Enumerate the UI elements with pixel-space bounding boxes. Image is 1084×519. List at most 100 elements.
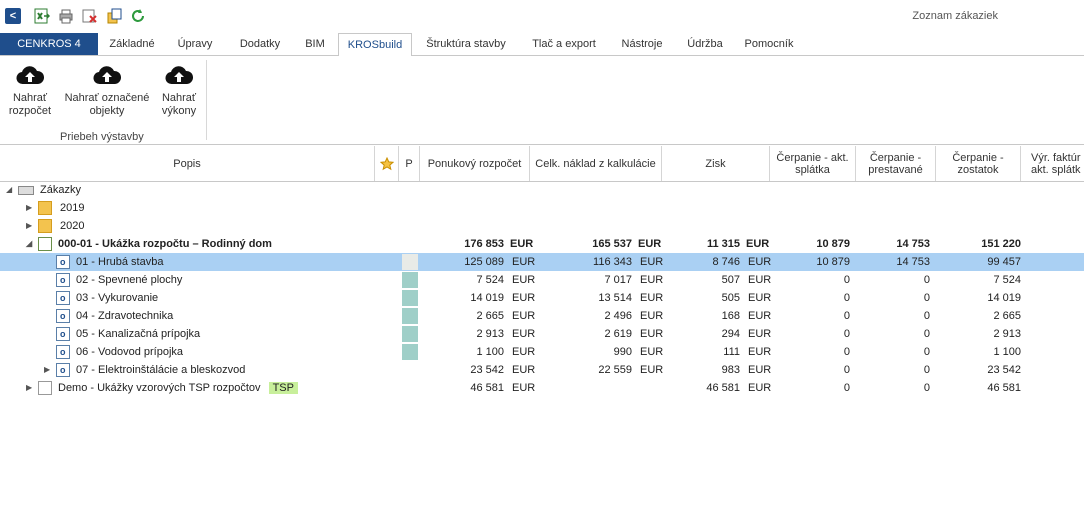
tab-zakladne[interactable]: Základné (102, 33, 162, 55)
cell-cerpanie-akt: 0 (843, 274, 850, 286)
tab-udrzba[interactable]: Údržba (680, 33, 730, 55)
tree-row-2020[interactable]: ▶ 2020 (0, 217, 1084, 235)
tree-row-item[interactable]: o 01 - Hrubá stavba 125 089 EUR 116 343 … (0, 253, 1084, 271)
tab-struktura-stavby[interactable]: Štruktúra stavby (416, 33, 516, 55)
cell-naklad: 22 559 (598, 364, 632, 376)
cell-cerpanie-zostatok: 151 220 (981, 238, 1021, 250)
col-ponukovy-rozpocet[interactable]: Ponukový rozpočet (420, 146, 530, 181)
budget-doc-icon: o (56, 273, 70, 287)
col-cerpanie-zostatok[interactable]: Čerpanie - zostatok (936, 146, 1021, 181)
cell-zisk: 111 (723, 346, 740, 358)
budget-doc-icon: o (56, 363, 70, 377)
tree-row-item[interactable]: o 05 - Kanalizačná prípojka 2 913 EUR 2 … (0, 325, 1084, 343)
print-icon[interactable] (58, 8, 74, 24)
cell-zisk: 168 (721, 310, 740, 322)
cell-cerpanie-prestavane: 14 753 (896, 238, 930, 250)
cell-cerpanie-akt: 10 879 (816, 256, 850, 268)
cell-currency: EUR (640, 292, 664, 304)
expand-arrow-icon[interactable]: ▶ (26, 379, 32, 397)
drive-icon (18, 186, 34, 195)
collapse-arrow-icon[interactable]: ◢ (26, 235, 32, 253)
item-name: 03 - Vykurovanie (76, 292, 159, 304)
expand-arrow-icon[interactable]: ▶ (26, 199, 32, 217)
col-zisk[interactable]: Zisk (662, 146, 770, 181)
cell-ponukovy: 1 100 (476, 346, 504, 358)
cell-currency: EUR (512, 382, 536, 394)
budget-doc-icon: o (56, 255, 70, 269)
cell-ponukovy: 125 089 (464, 256, 504, 268)
col-vyr-faktur[interactable]: Výr. faktúr akt. splátk (1021, 146, 1084, 181)
cell-currency: EUR (748, 292, 772, 304)
tree-row-item[interactable]: o 03 - Vykurovanie 14 019 EUR 13 514 EUR… (0, 289, 1084, 307)
tab-dodatky[interactable]: Dodatky (228, 33, 292, 55)
upload-performance-button[interactable]: Nahrať výkony (156, 64, 202, 118)
expand-arrow-icon[interactable]: ▶ (26, 217, 32, 235)
cell-zisk: 983 (721, 364, 740, 376)
cell-naklad: 165 537 (592, 238, 632, 250)
tab-krosbuild[interactable]: KROSbuild (338, 33, 412, 57)
col-cerpanie-akt[interactable]: Čerpanie - akt. splátka (770, 146, 856, 181)
cell-naklad: 990 (613, 346, 632, 358)
tree-row-root[interactable]: ◢ Zákazky (0, 181, 1084, 199)
window-title: Zoznam zákaziek (912, 10, 998, 22)
cell-zisk: 11 315 (706, 238, 740, 250)
cell-zisk: 294 (721, 328, 740, 340)
cell-cerpanie-zostatok: 1 100 (993, 346, 1021, 358)
cell-cerpanie-zostatok: 23 542 (987, 364, 1021, 376)
upload-budget-button[interactable]: Nahrať rozpočet (4, 64, 56, 118)
export-excel-icon[interactable] (34, 8, 50, 24)
cell-currency: EUR (748, 310, 772, 322)
cell-ponukovy: 23 542 (470, 364, 504, 376)
upload-selected-objects-button[interactable]: Nahrať označené objekty (62, 64, 152, 118)
tab-tlac-export[interactable]: Tlač a export (522, 33, 606, 55)
tab-upravy[interactable]: Úpravy (166, 33, 224, 55)
ribbon-panel: Nahrať rozpočet Nahrať označené objekty … (0, 56, 1084, 145)
collapse-arrow-icon[interactable]: ◢ (6, 181, 12, 199)
tree-row-2019[interactable]: ▶ 2019 (0, 199, 1084, 217)
tab-bim[interactable]: BIM (296, 33, 334, 55)
cloud-upload-icon (165, 66, 193, 85)
tab-nastroje[interactable]: Nástroje (612, 33, 672, 55)
tab-cenkros[interactable]: CENKROS 4 (0, 33, 98, 55)
budget-doc-icon: o (56, 327, 70, 341)
cell-currency: EUR (638, 238, 662, 250)
demo-name: Demo - Ukážky vzorových TSP rozpočtov (58, 382, 261, 394)
cell-zisk: 8 746 (712, 256, 740, 268)
refresh-icon[interactable] (130, 8, 146, 24)
cell-zisk: 46 581 (706, 382, 740, 394)
delete-icon[interactable] (82, 8, 98, 24)
project-icon (38, 381, 52, 395)
tree-row-item[interactable]: o 06 - Vodovod prípojka 1 100 EUR 990 EU… (0, 343, 1084, 361)
cell-currency: EUR (748, 364, 772, 376)
cell-cerpanie-zostatok: 7 524 (993, 274, 1021, 286)
col-celk-naklad[interactable]: Celk. náklad z kalkulácie (530, 146, 662, 181)
cell-currency: EUR (640, 274, 664, 286)
cell-currency: EUR (748, 274, 772, 286)
col-cerpanie-prestavane[interactable]: Čerpanie - prestavané (856, 146, 936, 181)
tree-row-item[interactable]: o 02 - Spevnené plochy 7 524 EUR 7 017 E… (0, 271, 1084, 289)
cell-cerpanie-prestavane: 0 (923, 310, 930, 322)
cloud-upload-icon (93, 66, 121, 85)
tree-label: 2019 (60, 202, 85, 214)
col-p[interactable]: P (399, 146, 420, 181)
tab-pomocnik[interactable]: Pomocník (738, 33, 800, 55)
tree-row-item[interactable]: ▶ o 07 - Elektroinštálácie a bleskozvod … (0, 361, 1084, 379)
project-icon (38, 237, 52, 251)
tree-row-demo[interactable]: ▶ Demo - Ukážky vzorových TSP rozpočtov T… (0, 379, 1084, 397)
item-name: 05 - Kanalizačná prípojka (76, 328, 201, 340)
tree-row-item[interactable]: o 04 - Zdravotechnika 2 665 EUR 2 496 EU… (0, 307, 1084, 325)
cell-naklad: 2 496 (604, 310, 632, 322)
cell-currency: EUR (640, 328, 664, 340)
expand-arrow-icon[interactable]: ▶ (44, 361, 50, 379)
tsp-badge: TSP (268, 382, 298, 394)
col-favorite[interactable] (375, 146, 399, 181)
cell-naklad: 116 343 (593, 256, 632, 268)
item-name: 01 - Hrubá stavba (76, 256, 164, 268)
tree-label: Zákazky (40, 184, 81, 196)
cell-ponukovy: 7 524 (476, 274, 504, 286)
cell-cerpanie-akt: 0 (843, 292, 850, 304)
back-icon[interactable]: < (5, 8, 21, 24)
col-popis[interactable]: Popis (0, 146, 375, 181)
tree-row-project[interactable]: ◢ 000-01 - Ukážka rozpočtu – Rodinný dom… (0, 235, 1084, 253)
copy-icon[interactable] (106, 8, 122, 24)
